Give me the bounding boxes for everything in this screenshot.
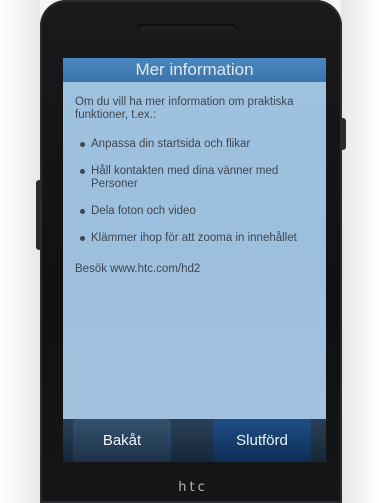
back-button[interactable]: Bakåt	[73, 419, 171, 462]
bullet-icon	[80, 142, 85, 147]
button-bar: Bakåt Slutförd	[63, 419, 326, 462]
bullet-icon	[80, 209, 85, 214]
list-item-label: Dela foton och video	[91, 205, 196, 217]
bullet-icon	[80, 169, 85, 174]
done-button[interactable]: Slutförd	[213, 419, 311, 462]
background-right	[341, 0, 379, 503]
list-item: Anpassa din startsida och flikar	[75, 138, 320, 151]
info-content: Om du vill ha mer information om praktis…	[75, 96, 320, 288]
background-left	[0, 0, 40, 503]
feature-list: Anpassa din startsida och flikar Håll ko…	[75, 138, 320, 245]
volume-key[interactable]	[36, 180, 42, 250]
list-item-label: Klämmer ihop för att zooma in innehållet	[91, 232, 297, 244]
bullet-icon	[80, 236, 85, 241]
side-key-right[interactable]	[340, 118, 346, 150]
list-item-label: Håll kontakten med dina vänner med Perso…	[91, 165, 279, 190]
visit-link-text: Besök www.htc.com/hd2	[75, 263, 201, 275]
list-item: Dela foton och video	[75, 205, 320, 218]
brand-logo: htc	[178, 480, 208, 495]
phone-screen: Mer information Om du vill ha mer inform…	[63, 58, 326, 462]
list-item-label: Anpassa din startsida och flikar	[91, 138, 251, 150]
list-item: Klämmer ihop för att zooma in innehållet	[75, 232, 320, 245]
intro-text: Om du vill ha mer information om praktis…	[75, 96, 294, 121]
earpiece-speaker	[138, 24, 236, 32]
screen-title: Mer information	[63, 58, 326, 82]
list-item: Håll kontakten med dina vänner med Perso…	[75, 165, 320, 191]
